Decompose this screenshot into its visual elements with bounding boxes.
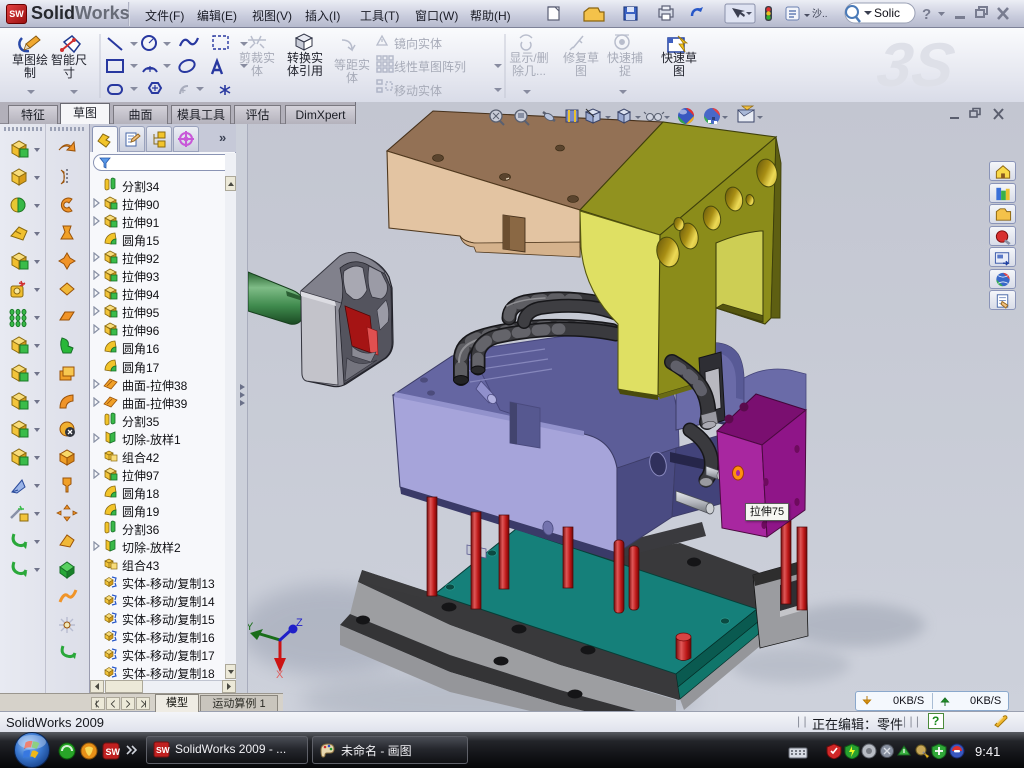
svg-text:SW: SW xyxy=(106,747,121,757)
svg-text:Z: Z xyxy=(296,617,303,629)
svg-text:SW: SW xyxy=(156,745,170,755)
svg-text:Solic: Solic xyxy=(874,6,900,20)
svg-text:X: X xyxy=(276,669,284,681)
svg-text:沙..: 沙.. xyxy=(812,8,828,20)
svg-text:Y: Y xyxy=(248,621,254,633)
svg-text:?: ? xyxy=(922,6,931,23)
